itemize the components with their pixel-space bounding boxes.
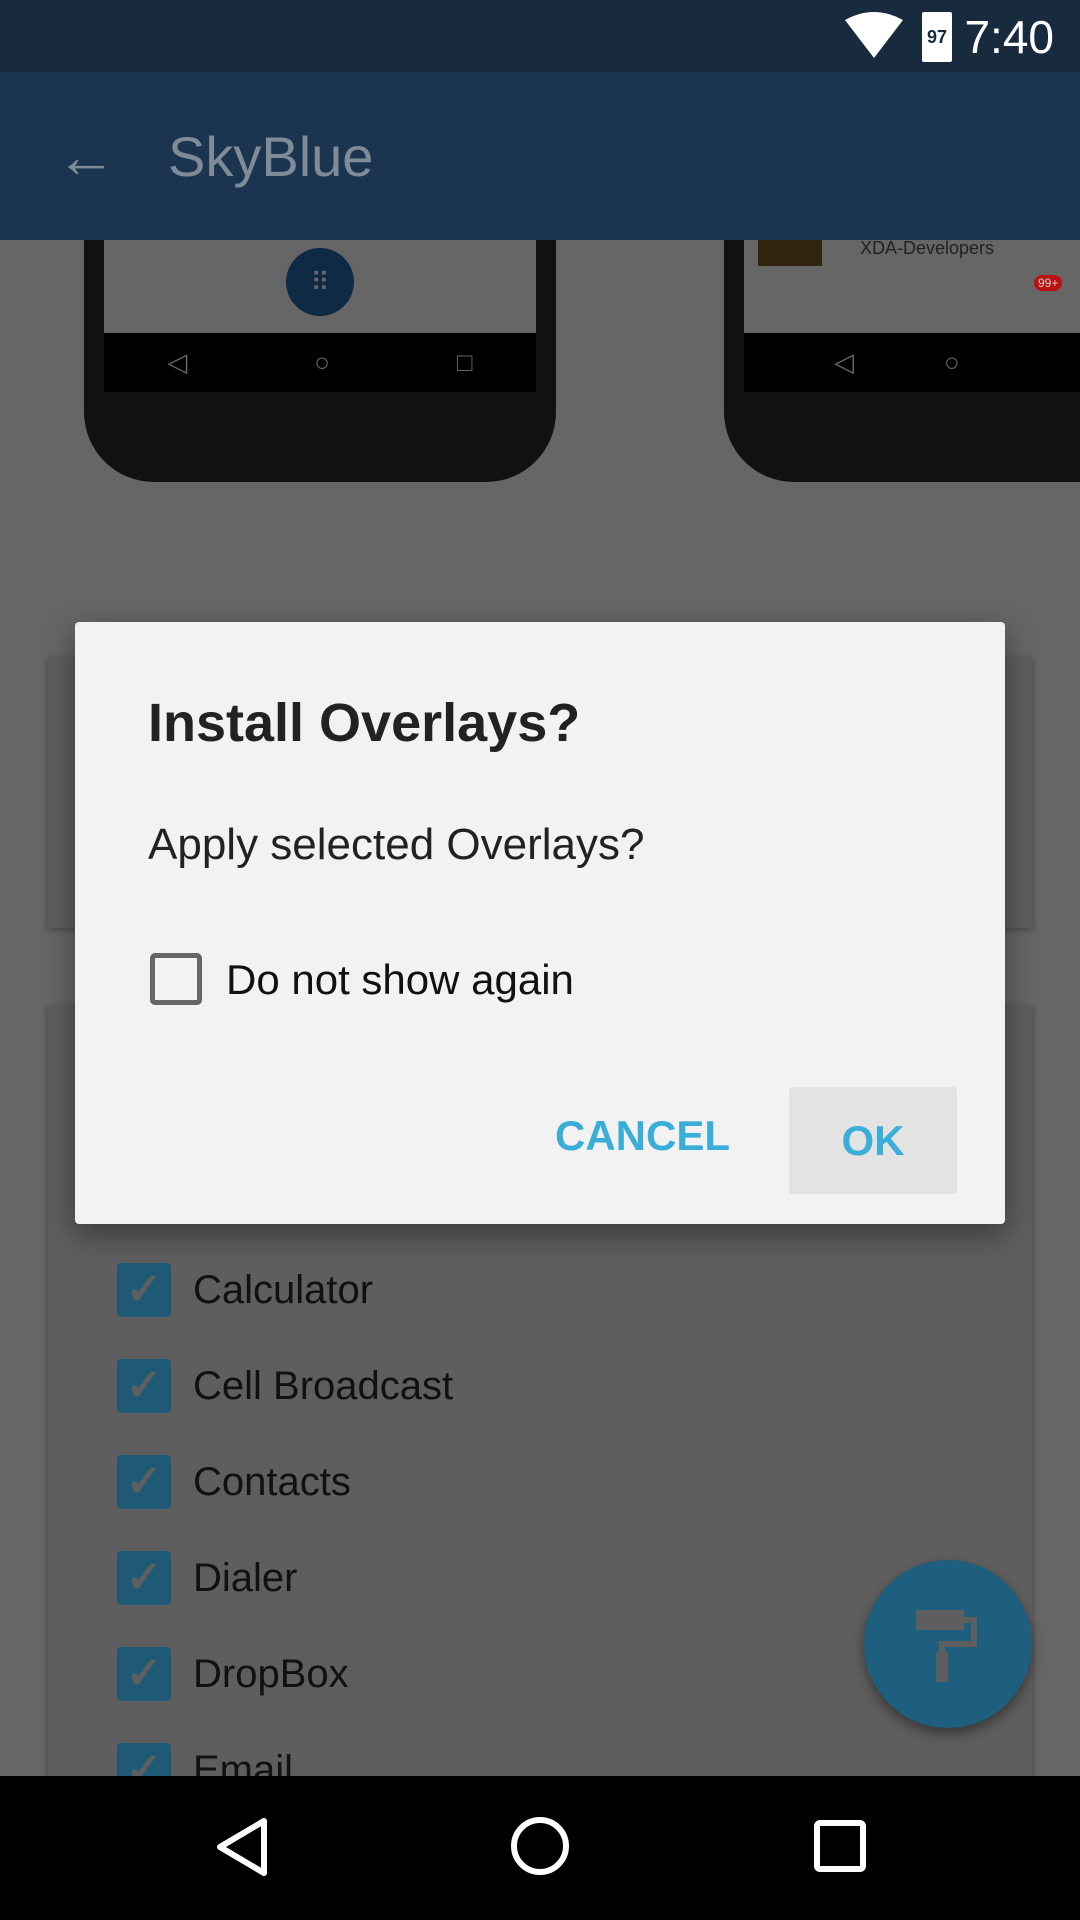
checkbox-checked[interactable]: ✓: [117, 1359, 171, 1413]
install-overlays-dialog: Install Overlays? Apply selected Overlay…: [75, 622, 1005, 1224]
list-item[interactable]: ✓ Cell Broadcast: [117, 1359, 453, 1413]
back-icon: ◁: [834, 347, 854, 377]
ok-button[interactable]: OK: [789, 1087, 957, 1194]
item-label: Calculator: [193, 1267, 374, 1312]
preview-phone-right: XDA-Developers 99+ ◁ ○: [724, 238, 1080, 482]
recents-icon: □: [456, 347, 473, 377]
checkbox-checked[interactable]: ✓: [117, 1551, 171, 1605]
list-item[interactable]: ✓ DropBox: [117, 1647, 349, 1701]
preview-screen: XDA-Developers 99+: [744, 238, 1080, 333]
do-not-show-again-checkbox[interactable]: [150, 953, 202, 1005]
status-bar: 97 7:40: [0, 0, 1080, 72]
xda-logo: [758, 240, 822, 266]
home-icon: ○: [944, 347, 960, 377]
checkbox-checked[interactable]: ✓: [117, 1263, 171, 1317]
back-icon[interactable]: [214, 1816, 270, 1878]
clock: 7:40: [964, 11, 1054, 63]
dialog-title: Install Overlays?: [148, 693, 581, 753]
checkbox-label[interactable]: Do not show again: [226, 956, 574, 1004]
notification-badge: 99+: [1034, 275, 1063, 291]
arrow-left-icon[interactable]: ←: [56, 122, 116, 191]
preview-nav: ◁ ○ □: [104, 333, 536, 392]
navigation-bar: [0, 1776, 1080, 1920]
home-icon[interactable]: [510, 1816, 570, 1876]
list-item[interactable]: ✓ Contacts: [117, 1455, 351, 1509]
item-label: Contacts: [193, 1459, 351, 1504]
list-item[interactable]: ✓ Dialer: [117, 1551, 297, 1605]
cancel-button[interactable]: CANCEL: [555, 1112, 730, 1160]
preview-screen: ⠿: [104, 240, 536, 333]
recents-icon[interactable]: [814, 1820, 866, 1872]
dialpad-icon: ⠿: [286, 248, 354, 316]
apply-fab[interactable]: [864, 1560, 1032, 1728]
checkbox-checked[interactable]: ✓: [117, 1455, 171, 1509]
checkbox-checked[interactable]: ✓: [117, 1647, 171, 1701]
app-bar: ← SkyBlue: [0, 72, 1080, 240]
page-title: SkyBlue: [168, 125, 374, 188]
home-icon: ○: [314, 347, 330, 377]
wifi-icon: [845, 12, 903, 58]
list-item[interactable]: ✓ Calculator: [117, 1263, 373, 1317]
preview-nav: ◁ ○: [744, 333, 1080, 392]
dialog-message: Apply selected Overlays?: [148, 820, 645, 869]
item-label: Dialer: [193, 1555, 298, 1600]
paint-roller-icon: [916, 1610, 977, 1682]
battery-icon: 97: [922, 12, 952, 62]
preview-phone-left: ⠿ ◁ ○ □: [84, 240, 556, 482]
item-label: DropBox: [193, 1651, 349, 1696]
item-label: Cell Broadcast: [193, 1363, 454, 1408]
app-label: XDA-Developers: [860, 238, 995, 258]
back-icon: ◁: [167, 347, 188, 377]
